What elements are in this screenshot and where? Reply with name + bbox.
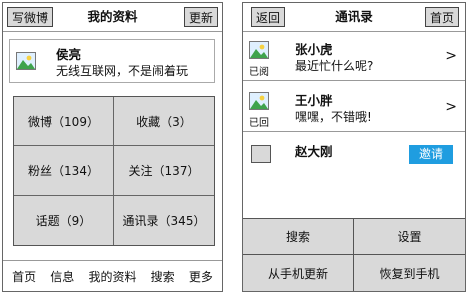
contact-name: 赵大刚 [295, 144, 333, 159]
nav-item-search[interactable]: 搜索 [151, 268, 175, 285]
contact-row[interactable]: 已回 王小胖 嘿嘿，不错哦! > [243, 87, 465, 132]
image-placeholder-icon [249, 92, 269, 110]
image-placeholder-icon [16, 52, 36, 70]
stats-grid: 微博（109） 收藏（3） 粉丝（134） 关注（137） 话题（9） 通讯录（… [13, 96, 215, 246]
stat-contacts[interactable]: 通讯录（345） [114, 196, 214, 245]
restore-to-phone-button[interactable]: 恢复到手机 [354, 255, 465, 291]
profile-header: 写微博 我的资料 更新 [3, 3, 222, 32]
contact-row[interactable]: 已阅 张小虎 最近忙什么呢? > [243, 36, 465, 81]
stat-favorites[interactable]: 收藏（3） [114, 97, 214, 147]
profile-card[interactable]: 侯亮 无线互联网，不是闹着玩 [9, 39, 215, 83]
nav-item-messages[interactable]: 信息 [50, 268, 74, 285]
image-placeholder-icon [249, 41, 269, 59]
search-button[interactable]: 搜索 [243, 219, 354, 255]
profile-screen: 写微博 我的资料 更新 侯亮 无线互联网，不是闹着玩 微博（109） 收藏（3）… [2, 2, 223, 292]
chevron-right-icon: > [445, 48, 457, 64]
reply-status: 已回 [249, 118, 269, 129]
update-button[interactable]: 更新 [183, 7, 218, 27]
contact-name: 王小胖 [295, 93, 333, 108]
bottom-nav: 首页 信息 我的资料 搜索 更多 [3, 260, 222, 291]
profile-name: 侯亮 [56, 47, 82, 62]
contact-message: 最近忙什么呢? [295, 59, 374, 73]
action-grid: 搜索 设置 从手机更新 恢复到手机 [243, 218, 465, 291]
update-from-phone-button[interactable]: 从手机更新 [243, 255, 354, 291]
settings-button[interactable]: 设置 [354, 219, 465, 255]
profile-status: 无线互联网，不是闹着玩 [56, 64, 189, 78]
stat-weibo[interactable]: 微博（109） [14, 97, 114, 147]
read-status: 已阅 [249, 67, 269, 78]
nav-item-home[interactable]: 首页 [12, 268, 36, 285]
contact-row: 赵大刚 邀请 [243, 136, 465, 180]
contact-name: 张小虎 [295, 42, 333, 57]
stat-topics[interactable]: 话题（9） [14, 195, 114, 245]
contacts-header: 返回 通讯录 首页 [243, 3, 465, 32]
contacts-screen: 返回 通讯录 首页 已阅 张小虎 最近忙什么呢? > 已回 王小胖 嘿嘿，不错哦… [242, 2, 466, 292]
stat-following[interactable]: 关注（137） [114, 146, 214, 196]
nav-item-profile[interactable]: 我的资料 [88, 268, 136, 285]
contact-message: 嘿嘿，不错哦! [295, 110, 372, 124]
stat-fans[interactable]: 粉丝（134） [14, 146, 114, 196]
avatar-placeholder [251, 145, 271, 163]
chevron-right-icon: > [445, 99, 457, 115]
home-button[interactable]: 首页 [424, 7, 459, 27]
invite-button[interactable]: 邀请 [409, 145, 453, 164]
nav-item-more[interactable]: 更多 [189, 268, 213, 285]
